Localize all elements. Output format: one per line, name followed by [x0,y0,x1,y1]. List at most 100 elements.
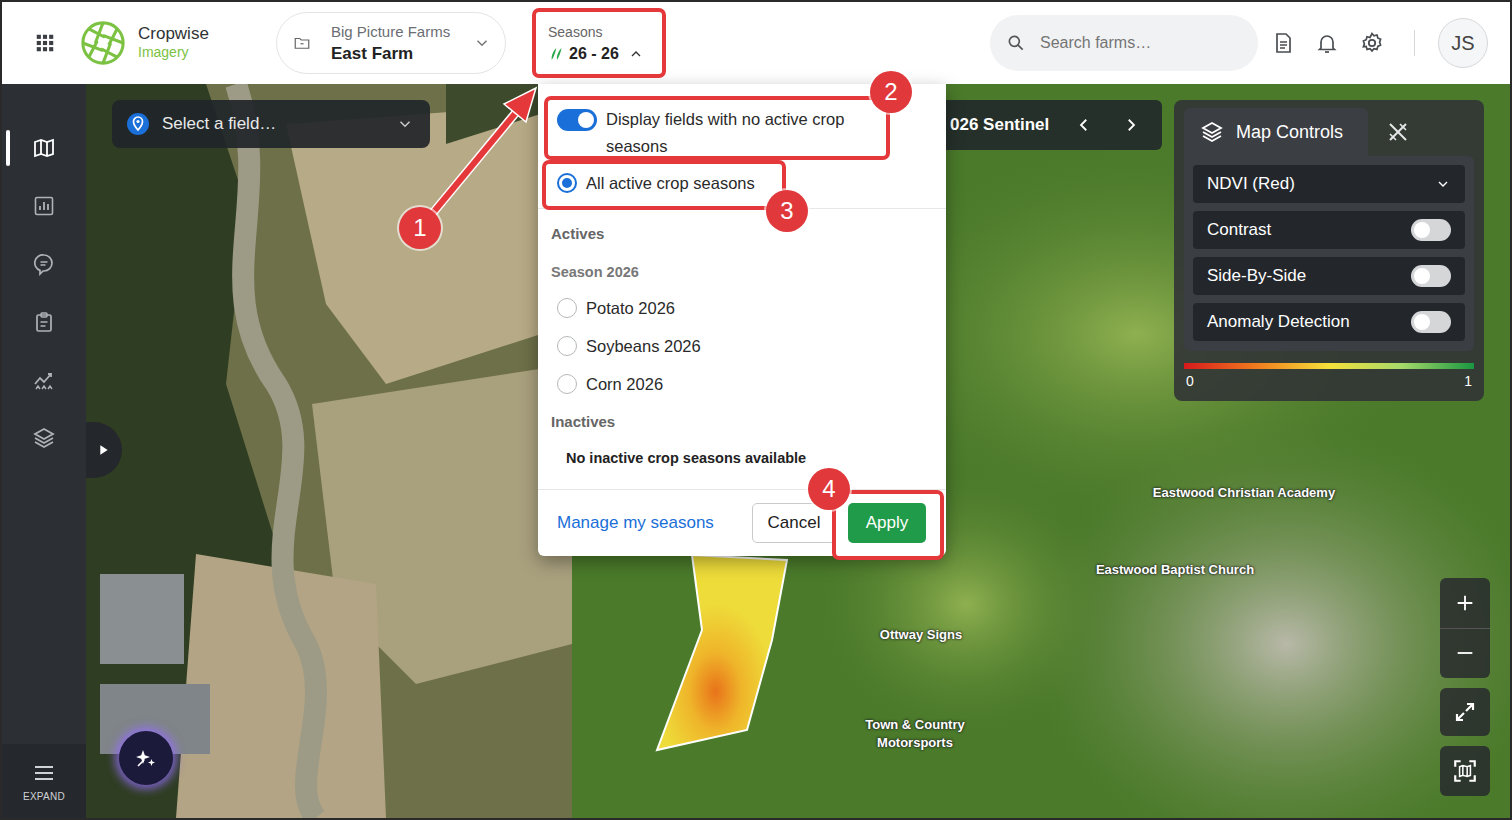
annotation-number: 3 [766,190,808,232]
ai-assistant-button[interactable] [119,731,173,785]
chevron-down-icon [1435,176,1451,192]
annotation-number: 1 [399,207,441,249]
sidebar-item[interactable] [2,351,86,409]
season-heading: Season 2026 [538,261,946,283]
layer-name: NDVI (Red) [1207,174,1435,194]
folder-icon [293,34,311,52]
layers-icon [1200,120,1224,144]
search-field[interactable] [990,15,1258,71]
radio-button[interactable] [557,374,577,394]
layer-dropdown[interactable]: NDVI (Red) [1193,165,1465,203]
annotation-number: 4 [808,468,850,510]
menu-icon [32,761,56,785]
seasons-value: 26 - 26 [569,43,619,65]
toggle-label: Display fields with no active crop seaso… [606,106,868,160]
toggle-switch[interactable] [557,109,597,131]
brand: CropwiseImagery [80,20,276,66]
map-label: Eastwood Christian Academy [1149,484,1339,502]
previous-icon[interactable] [1075,116,1093,134]
location-pin-icon [126,112,150,136]
radio-button[interactable] [557,336,577,356]
map-label: Ottway Signs [856,626,986,644]
farm-selector[interactable]: Big Picture FarmsEast Farm [276,12,506,74]
zoom-out-button[interactable] [1440,629,1490,679]
comment-icon [32,252,56,276]
seasons-value-row: 26 - 26 [548,43,644,65]
search-input[interactable] [1038,33,1242,53]
tools-icon[interactable] [1386,120,1410,144]
radio-option[interactable]: Corn 2026 [538,365,946,403]
section-heading: Inactives [538,411,946,433]
radio-label: Corn 2026 [586,375,663,394]
leaf-icon [548,45,566,63]
farm-group: Big Picture Farms [331,21,453,43]
farm-text: Big Picture FarmsEast Farm [331,21,453,65]
apply-button[interactable]: Apply [848,503,926,543]
selected-indicator [6,130,10,166]
chevron-down-icon [396,115,414,133]
toggle-knob [1414,314,1430,330]
focus-icon [1452,758,1478,784]
map-label: Eastwood Baptist Church [1095,561,1255,579]
map-controls-body: NDVI (Red)ContrastSide-By-SideAnomaly De… [1184,156,1474,351]
radio-label: Soybeans 2026 [586,337,701,356]
chevron-down-icon [473,34,491,52]
seasons-button[interactable]: Seasons26 - 26 [548,21,644,65]
ndvi-legend: 01 [1184,363,1474,389]
sidebar-item[interactable] [2,409,86,467]
field-select[interactable]: Select a field… [112,100,430,148]
sidebar-item[interactable] [2,119,86,177]
field-select-placeholder: Select a field… [162,114,384,134]
imagery-date-bar: 026 Sentinel [936,100,1162,150]
radio-button[interactable] [557,298,577,318]
layers-icon [32,426,56,450]
radio-option[interactable]: Potato 2026 [538,289,946,327]
brand-name: Cropwise [138,24,209,43]
next-icon[interactable] [1122,116,1140,134]
minus-icon [1454,642,1476,664]
toggle-switch[interactable] [1411,219,1451,241]
brand-text: CropwiseImagery [138,24,209,62]
toggle-switch[interactable] [1411,265,1451,287]
seasons-menu: Display fields with no active crop seaso… [538,84,946,556]
radio-option[interactable]: Soybeans 2026 [538,327,946,365]
radio-label: All active crop seasons [586,174,755,193]
expand-button[interactable]: EXPAND [2,744,86,818]
toggle-row: Anomaly Detection [1193,303,1465,341]
toggle-knob [1414,268,1430,284]
user-avatar[interactable]: JS [1438,18,1488,68]
app-window: CropwiseImagery Big Picture FarmsEast Far… [0,0,1512,820]
map-icon [32,136,56,160]
plus-icon [1454,592,1476,614]
bell-icon[interactable] [1315,31,1339,55]
fit-field-button[interactable] [1440,746,1490,796]
farm-name: East Farm [331,43,453,65]
radio-label: Potato 2026 [586,299,675,318]
fullscreen-button[interactable] [1440,688,1490,736]
toggle-label: Anomaly Detection [1207,312,1411,332]
map-controls-tab[interactable]: Map Controls [1184,108,1368,156]
divider [538,208,946,209]
legend-min: 0 [1186,373,1194,389]
imagery-label: 026 Sentinel [950,115,1075,135]
legend-gradient [1184,363,1474,369]
sparkle-icon [134,746,158,770]
separator [1414,30,1415,56]
sidebar-item[interactable] [2,177,86,235]
radio-option[interactable]: All active crop seasons [538,164,946,202]
radio-button[interactable] [557,173,577,193]
zoom-in-button[interactable] [1440,578,1490,629]
menu-footer: Manage my seasonsCancelApply [538,490,946,556]
cropwise-logo-icon[interactable] [80,20,126,66]
analytics-icon [32,368,56,392]
sidebar-item[interactable] [2,235,86,293]
manage-seasons-link[interactable]: Manage my seasons [557,513,752,533]
map-label: Town & Country Motorsports [835,716,995,752]
gear-icon[interactable] [1360,31,1384,55]
document-icon[interactable] [1271,31,1295,55]
app-grid-icon[interactable] [34,32,56,54]
expand-label: EXPAND [23,791,65,802]
sidebar-item[interactable] [2,293,86,351]
toggle-knob [578,112,594,128]
toggle-switch[interactable] [1411,311,1451,333]
